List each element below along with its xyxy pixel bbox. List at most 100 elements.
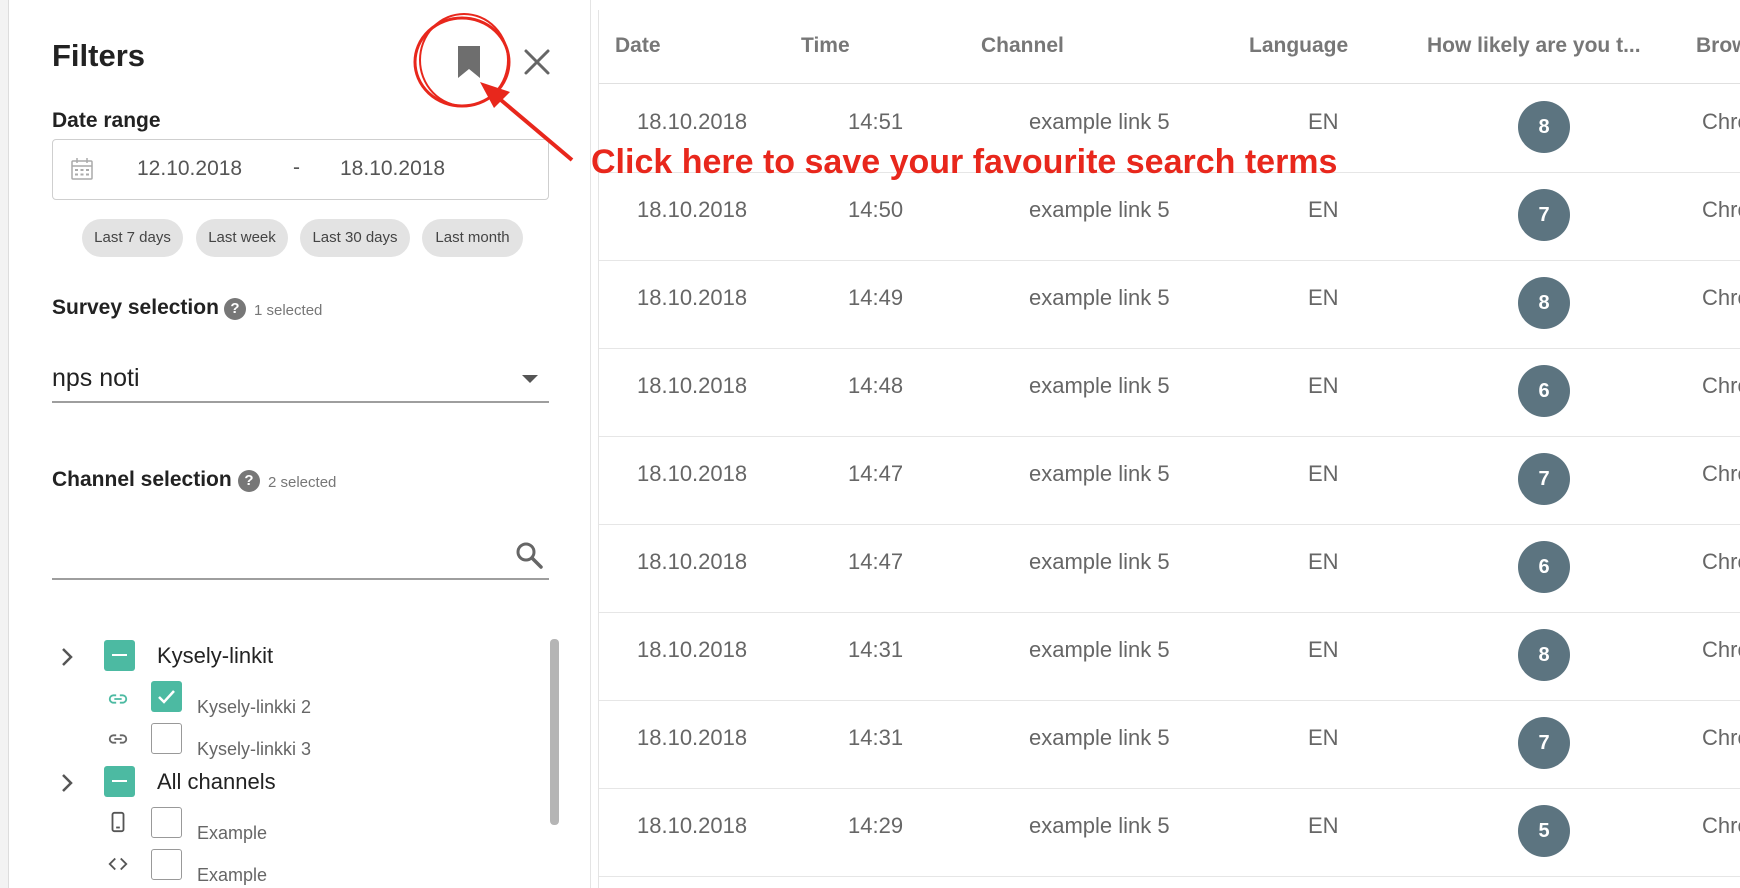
table-row[interactable]: 18.10.2018 14:31 example link 5 EN 8 Chr… (599, 612, 1740, 701)
filters-panel: Filters Date range 12.10.2018 - 18.10.20… (9, 0, 591, 888)
cell-language: EN (1308, 637, 1339, 662)
cell-browser: Chro (1702, 373, 1740, 398)
table-row[interactable]: 18.10.2018 14:47 example link 5 EN 7 Chr… (599, 436, 1740, 525)
score-badge: 7 (1518, 189, 1570, 241)
cell-language: EN (1308, 549, 1339, 574)
checkbox-group-kysely-linkit[interactable] (104, 640, 135, 671)
tree-group-label: Kysely-linkit (157, 643, 274, 668)
tree-item-label: Example (197, 823, 268, 843)
score-badge: 6 (1518, 541, 1570, 593)
cell-time: 14:50 (848, 197, 904, 222)
cell-channel: example link 5 (1029, 549, 1170, 574)
tree-scrollbar[interactable] (550, 639, 559, 825)
cell-channel: example link 5 (1029, 725, 1170, 750)
column-header-time[interactable]: Time (801, 34, 850, 58)
chevron-right-icon[interactable] (56, 772, 78, 794)
date-to[interactable]: 18.10.2018 (340, 157, 445, 181)
cell-time: 14:29 (848, 813, 904, 838)
cell-language: EN (1308, 461, 1339, 486)
table-row[interactable]: 18.10.2018 14:48 example link 5 EN 6 Chr… (599, 348, 1740, 437)
cell-browser: Chro (1702, 549, 1740, 574)
cell-browser: Chro (1702, 725, 1740, 750)
cell-browser: Chro (1702, 109, 1740, 134)
column-header-channel[interactable]: Channel (981, 34, 1064, 58)
cell-language: EN (1308, 813, 1339, 838)
cell-date: 18.10.2018 (637, 373, 748, 398)
cell-language: EN (1308, 373, 1339, 398)
preset-last-30-days[interactable]: Last 30 days (300, 219, 410, 257)
cell-date: 18.10.2018 (637, 109, 748, 134)
checkbox-example-code[interactable] (151, 849, 182, 880)
cell-time: 14:51 (848, 109, 904, 134)
table-header: Date Time Channel Language How likely ar… (599, 10, 1740, 84)
tree-group-label: All channels (157, 769, 276, 794)
tree-item-label: Kysely-linkki 2 (197, 697, 312, 717)
column-header-language[interactable]: Language (1249, 34, 1348, 58)
cell-date: 18.10.2018 (637, 813, 748, 838)
date-from[interactable]: 12.10.2018 (137, 157, 242, 181)
channel-search-input[interactable] (52, 530, 506, 570)
table-row[interactable]: 18.10.2018 14:50 example link 5 EN 7 Chr… (599, 172, 1740, 261)
score-badge: 6 (1518, 365, 1570, 417)
cell-browser: Chro (1702, 285, 1740, 310)
checkbox-group-all-channels[interactable] (104, 766, 135, 797)
cell-date: 18.10.2018 (637, 285, 748, 310)
code-icon (108, 857, 128, 871)
annotation-text: Click here to save your favourite search… (591, 143, 1338, 181)
cell-channel: example link 5 (1029, 461, 1170, 486)
cell-time: 14:31 (848, 637, 904, 662)
cell-time: 14:31 (848, 725, 904, 750)
score-badge: 7 (1518, 453, 1570, 505)
channel-search-underline (52, 578, 549, 580)
cell-channel: example link 5 (1029, 197, 1170, 222)
chevron-right-icon[interactable] (56, 646, 78, 668)
cell-date: 18.10.2018 (637, 197, 748, 222)
checkbox-example-mobile[interactable] (151, 807, 182, 838)
score-badge: 8 (1518, 277, 1570, 329)
preset-last-7-days[interactable]: Last 7 days (82, 219, 183, 257)
cell-time: 14:49 (848, 285, 904, 310)
filters-title: Filters (52, 38, 146, 73)
results-table: Date Time Channel Language How likely ar… (598, 10, 1740, 888)
cell-browser: Chro (1702, 461, 1740, 486)
help-icon[interactable]: ? (238, 470, 260, 492)
close-icon[interactable] (519, 44, 555, 80)
table-row[interactable]: 18.10.2018 14:29 example link 5 EN 5 Chr… (599, 788, 1740, 877)
column-header-date[interactable]: Date (615, 34, 661, 58)
cell-time: 14:48 (848, 373, 904, 398)
date-range-label: Date range (52, 109, 161, 132)
date-range-field[interactable]: 12.10.2018 - 18.10.2018 (52, 139, 549, 200)
bookmark-icon[interactable] (456, 44, 482, 80)
survey-select-value[interactable]: nps noti (52, 364, 140, 393)
cell-channel: example link 5 (1029, 637, 1170, 662)
survey-select-underline (52, 401, 549, 403)
preset-last-week[interactable]: Last week (196, 219, 288, 257)
table-row[interactable]: 18.10.2018 14:47 example link 5 EN 6 Chr… (599, 524, 1740, 613)
column-header-how-likely[interactable]: How likely are you t... (1427, 34, 1641, 58)
cell-date: 18.10.2018 (637, 725, 748, 750)
chevron-down-icon[interactable] (522, 375, 538, 383)
window-edge (0, 0, 9, 888)
cell-time: 14:47 (848, 461, 904, 486)
table-row[interactable]: 18.10.2018 14:49 example link 5 EN 8 Chr… (599, 260, 1740, 349)
preset-last-month[interactable]: Last month (422, 219, 523, 257)
cell-channel: example link 5 (1029, 109, 1170, 134)
checkbox-kysely-linkki-3[interactable] (151, 723, 182, 754)
date-separator: - (293, 156, 300, 179)
cell-browser: Chro (1702, 637, 1740, 662)
tree-item-label: Kysely-linkki 3 (197, 739, 312, 759)
channel-selection-label: Channel selection (52, 468, 232, 491)
help-icon[interactable]: ? (224, 298, 246, 320)
table-row[interactable]: 18.10.2018 14:31 example link 5 EN 7 Chr… (599, 700, 1740, 789)
tree-item-label: Example (197, 865, 268, 885)
column-header-browser[interactable]: Brow (1696, 34, 1740, 58)
cell-language: EN (1308, 725, 1339, 750)
cell-time: 14:47 (848, 549, 904, 574)
search-icon[interactable] (514, 540, 544, 570)
checkmark-icon (158, 690, 175, 704)
channel-selected-count: 2 selected (268, 474, 337, 491)
checkbox-kysely-linkki-2[interactable] (151, 681, 182, 712)
survey-selection-label: Survey selection (52, 296, 219, 319)
calendar-icon (71, 158, 93, 180)
cell-language: EN (1308, 285, 1339, 310)
